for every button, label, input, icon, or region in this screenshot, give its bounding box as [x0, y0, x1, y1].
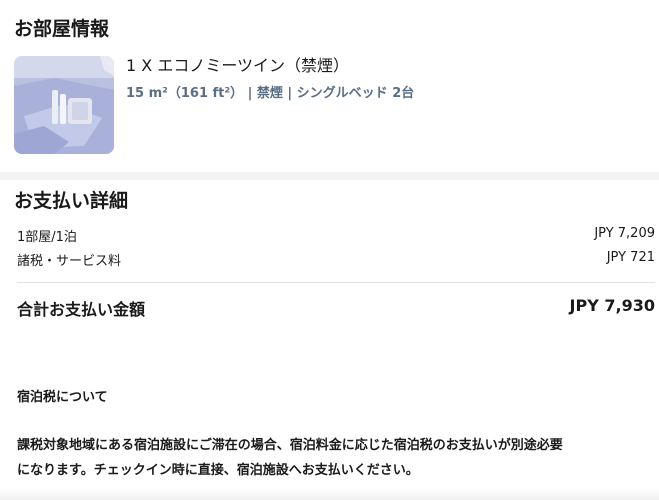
payment-details-title: お支払い詳細 — [14, 190, 129, 212]
tax-service-label: 諸税・サービス料 — [17, 254, 122, 269]
room-info-section: お部屋情報 1 X エコノミーツイン（禁煙） 15 m²（161 ft²） | … — [0, 0, 659, 172]
room-name: 1 X エコノミーツイン（禁煙） — [126, 56, 349, 75]
room-night-label: 1部屋/1泊 — [17, 230, 77, 245]
room-night-price: JPY 7,209 — [594, 226, 655, 241]
section-separator — [0, 172, 659, 180]
room-info-title: お部屋情報 — [14, 18, 110, 40]
total-label: 合計お支払い金額 — [17, 300, 146, 319]
total-price: JPY 7,930 — [569, 296, 655, 315]
room-photo[interactable] — [14, 56, 114, 154]
tax-service-price: JPY 721 — [606, 250, 655, 265]
scroll-fade — [0, 488, 659, 500]
accommodation-tax-notice: 課税対象地域にある宿泊施設にご滞在の場合、宿泊料金に応じた宿泊税のお支払いが別途… — [17, 433, 653, 483]
divider — [17, 282, 655, 283]
room-details: 15 m²（161 ft²） | 禁煙 | シングルベッド 2台 — [126, 86, 415, 101]
tax-notice-line: になります。チェックイン時に直接、宿泊施設へお支払いください。 — [17, 463, 419, 478]
payment-details-section: お支払い詳細 1部屋/1泊 JPY 7,209 諸税・サービス料 JPY 721… — [0, 180, 659, 500]
tax-notice-line: 課税対象地域にある宿泊施設にご滞在の場合、宿泊料金に応じた宿泊税のお支払いが別途… — [17, 438, 563, 453]
accommodation-tax-heading: 宿泊税について — [17, 390, 108, 405]
